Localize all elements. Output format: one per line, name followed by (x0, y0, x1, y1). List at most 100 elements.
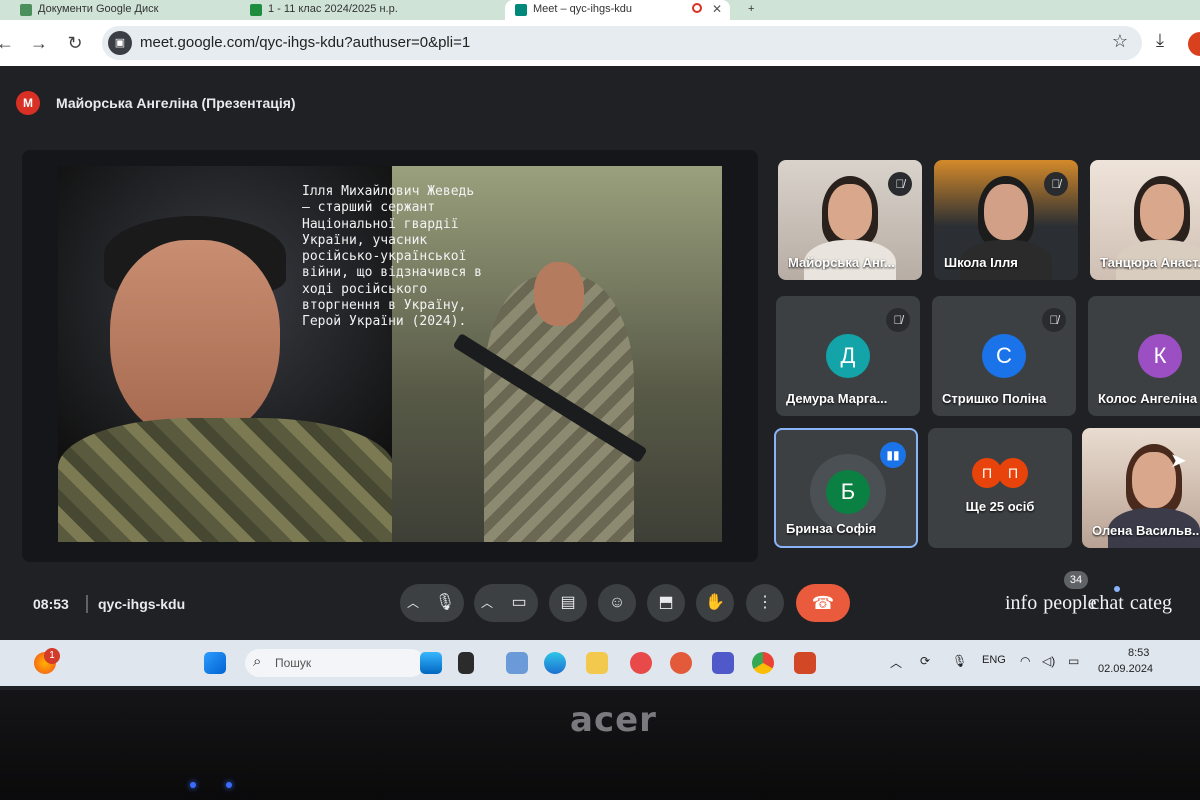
chat-app-icon[interactable] (506, 652, 528, 674)
taskbar-search[interactable]: ⌕ Пошук (245, 649, 425, 677)
meeting-code: qyc-ihgs-kdu (98, 596, 186, 612)
presentation-stage: Ілля Михайлович Жеведь — старший сержант… (22, 150, 758, 562)
participant-tile[interactable]: Олена Васильв... (1082, 428, 1200, 548)
widgets-icon[interactable] (420, 652, 442, 674)
start-icon[interactable] (204, 652, 226, 674)
presentation-slide: Ілля Михайлович Жеведь — старший сержант… (58, 166, 722, 542)
participant-avatar: К (1138, 334, 1182, 378)
notification-badge: 1 (44, 648, 60, 664)
sheets-favicon-icon (250, 4, 262, 16)
hand-icon: ✋ (705, 594, 725, 611)
address-bar[interactable]: ▣ meet.google.com/qyc-ihgs-kdu?authuser=… (102, 26, 1142, 60)
side-panel-labels: info peoplechat categ (1005, 592, 1178, 615)
activities-button[interactable]: categ (1130, 592, 1172, 614)
emoji-icon: ☺ (608, 594, 626, 611)
microphone-icon[interactable]: 🎙 (426, 584, 464, 622)
tab-class-schedule[interactable]: 1 - 11 клас 2024/2025 н.р. (240, 0, 490, 20)
present-screen-icon: ⬒ (658, 594, 674, 611)
participant-tile[interactable]: 🎙̸ Д Демура Марга... (776, 296, 920, 416)
people-count-badge: 34 (1064, 571, 1088, 589)
camera-icon[interactable]: ▭ (500, 584, 538, 622)
mic-off-icon: 🎙̸ (886, 308, 910, 332)
captions-icon: ▤ (560, 594, 576, 611)
screen: Документи Google Диск 1 - 11 клас 2024/2… (0, 0, 1200, 690)
status-led (226, 782, 232, 788)
participant-tile[interactable]: 🎙̸ Майорська Анг... (778, 160, 922, 280)
language-indicator[interactable]: ENG (982, 654, 1006, 666)
download-icon[interactable]: ⤓ (1156, 30, 1164, 51)
mic-control[interactable]: ︿ 🎙 (400, 584, 464, 622)
mic-options-chevron-icon[interactable]: ︿ (400, 584, 426, 622)
people-button[interactable]: people (1043, 592, 1096, 614)
mic-tray-icon[interactable]: 🎙 (952, 654, 967, 668)
more-vert-icon: ⋮ (757, 594, 773, 611)
present-button[interactable]: ⬒ (647, 584, 685, 622)
participant-name: Демура Марга... (786, 391, 888, 406)
chat-button[interactable]: chat (1091, 592, 1124, 614)
volume-icon[interactable]: ◁) (1042, 654, 1055, 668)
wifi-icon[interactable]: ◠ (1020, 654, 1030, 668)
recording-icon (692, 3, 702, 13)
sync-icon[interactable]: ⟳ (920, 654, 930, 668)
clock-app-icon[interactable] (670, 652, 692, 674)
address-url: meet.google.com/qyc-ihgs-kdu?authuser=0&… (140, 34, 471, 51)
bookmark-star-icon[interactable]: ☆ (1112, 31, 1128, 52)
laptop-brand-logo: acer (570, 700, 657, 740)
meeting-time: 08:53 (33, 596, 69, 612)
camera-options-chevron-icon[interactable]: ︿ (474, 584, 500, 622)
mic-off-icon: 🎙̸ (888, 172, 912, 196)
new-tab-button[interactable]: + (740, 0, 770, 20)
reload-icon[interactable]: ↻ (62, 30, 88, 56)
tray-chevron-icon[interactable]: ︿ (890, 654, 902, 671)
info-button[interactable]: info (1005, 592, 1037, 614)
raise-hand-button[interactable]: ✋ (696, 584, 734, 622)
participant-name: Школа Ілля (944, 255, 1018, 270)
participant-name: Майорська Анг... (788, 255, 895, 270)
participant-name: Танцюра Анаст... (1100, 255, 1200, 270)
participant-tile[interactable]: К Колос Ангеліна (1088, 296, 1200, 416)
search-icon: ⌕ (253, 653, 262, 670)
status-led (190, 782, 196, 788)
task-view-icon[interactable] (458, 652, 474, 674)
hang-up-icon: ☎ (811, 593, 835, 613)
participant-tile[interactable]: 🎙̸ С Стришко Поліна (932, 296, 1076, 416)
participant-tile[interactable]: 🎙̸ Школа Ілля (934, 160, 1078, 280)
camera-control[interactable]: ︿ ▭ (474, 584, 538, 622)
tab-google-drive[interactable]: Документи Google Диск (10, 0, 230, 20)
more-options-button[interactable]: ⋮ (746, 584, 784, 622)
participant-name: Стришко Поліна (942, 391, 1047, 406)
mic-off-icon: 🎙̸ (1044, 172, 1068, 196)
presenter-title: Майорська Ангеліна (Презентація) (56, 95, 296, 111)
more-participants-avatars: П П (972, 458, 1032, 488)
participant-avatar: С (982, 334, 1026, 378)
close-tab-icon[interactable]: ✕ (712, 2, 722, 16)
participant-tile[interactable]: Танцюра Анаст... (1090, 160, 1200, 280)
participant-name: Бринза Софія (786, 521, 877, 536)
chrome-icon[interactable] (752, 652, 774, 674)
back-icon[interactable]: ← (0, 30, 18, 56)
app-icon[interactable] (630, 652, 652, 674)
profile-avatar[interactable] (1188, 32, 1200, 56)
clock-time[interactable]: 8:53 (1128, 647, 1149, 659)
slide-caption: Ілля Михайлович Жеведь — старший сержант… (302, 184, 483, 330)
battery-icon[interactable]: ▭ (1068, 654, 1079, 668)
participant-name: Колос Ангеліна (1098, 391, 1198, 406)
clock-date[interactable]: 02.09.2024 (1098, 663, 1153, 675)
more-participants-label: Ще 25 осіб (965, 499, 1035, 514)
reactions-button[interactable]: ☺ (598, 584, 636, 622)
more-participants-tile[interactable]: П П Ще 25 осіб (928, 428, 1072, 548)
meet-favicon-icon (515, 4, 527, 16)
captions-button[interactable]: ▤ (549, 584, 587, 622)
powerpoint-icon[interactable] (794, 652, 816, 674)
meet-header: М Майорська Ангеліна (Презентація) (0, 80, 1200, 124)
mouse-cursor-icon: ➤ (1170, 450, 1187, 472)
tab-meet[interactable]: Meet – qyc-ihgs-kdu ✕ (505, 0, 730, 20)
teams-icon[interactable] (712, 652, 734, 674)
participant-tile-active-speaker[interactable]: ▮▮ Б Бринза Софія (774, 428, 918, 548)
end-call-button[interactable]: ☎ (796, 584, 850, 622)
participant-avatar: Б (826, 470, 870, 514)
forward-icon[interactable]: → (26, 30, 52, 56)
site-info-icon[interactable]: ▣ (108, 31, 132, 55)
edge-icon[interactable] (544, 652, 566, 674)
file-explorer-icon[interactable] (586, 652, 608, 674)
